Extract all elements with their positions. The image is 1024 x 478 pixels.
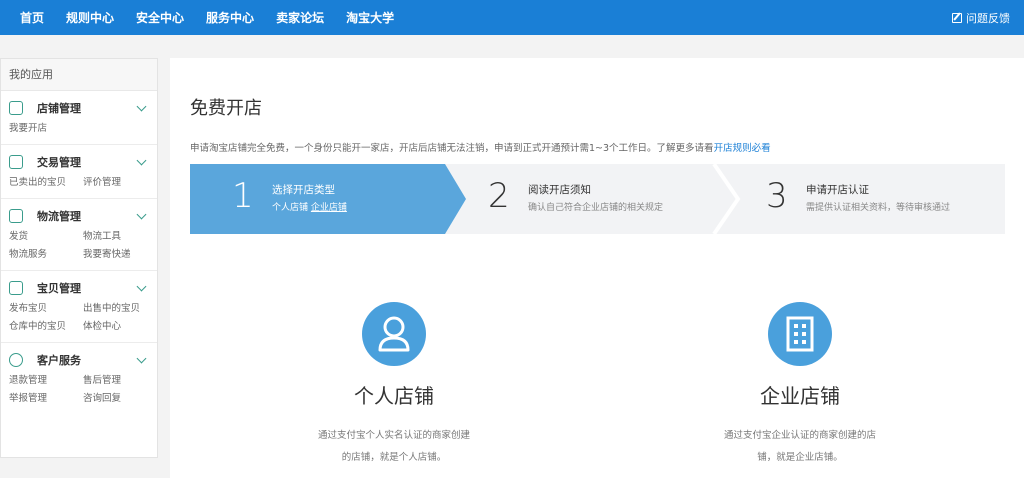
step-number: 2	[488, 176, 510, 216]
nav-security-center[interactable]: 安全中心	[136, 9, 184, 26]
sidebar-link-items-in-warehouse[interactable]: 仓库中的宝贝	[9, 318, 83, 332]
service-icon	[9, 353, 23, 367]
shop-type-desc: 通过支付宝企业认证的商家创建的店 铺，就是企业店铺。	[670, 425, 930, 469]
shop-type-name: 个人店铺	[354, 384, 434, 408]
step-number: 1	[232, 176, 254, 216]
sidebar-group-title: 店铺管理	[37, 102, 81, 115]
sidebar-link-items-on-sale[interactable]: 出售中的宝贝	[83, 300, 157, 314]
sidebar-links: 发布宝贝 出售中的宝贝 仓库中的宝贝 体检中心	[9, 300, 149, 332]
chevron-down-icon[interactable]	[136, 101, 147, 111]
nav-rules-center[interactable]: 规则中心	[66, 9, 114, 26]
feedback-label: 问题反馈	[966, 11, 1010, 25]
sidebar-links: 发货 物流工具 物流服务 我要寄快递	[9, 228, 149, 260]
sidebar-group-logistics: 物流管理 发货 物流工具 物流服务 我要寄快递	[1, 199, 157, 271]
sidebar-links: 退款管理 售后管理 举报管理 咨询回复	[9, 372, 149, 404]
nav-service-center[interactable]: 服务中心	[206, 9, 254, 26]
sidebar-group-title: 宝贝管理	[37, 282, 81, 295]
sidebar-links: 我要开店	[9, 120, 149, 134]
shop-desc-line: 的店铺，就是个人店铺。	[341, 452, 447, 463]
page-title: 免费开店	[190, 98, 262, 119]
sidebar-group-header[interactable]: 店铺管理	[9, 99, 149, 117]
top-nav: 首页 规则中心 安全中心 服务中心 卖家论坛 淘宝大学	[0, 0, 394, 35]
sidebar-link-send-express[interactable]: 我要寄快递	[83, 246, 157, 260]
sidebar-group-header[interactable]: 物流管理	[9, 207, 149, 225]
shop-type-name: 企业店铺	[760, 384, 840, 408]
step-desc: 需提供认证相关资料，等待审核通过	[806, 203, 951, 213]
sidebar: 我的应用 店铺管理 我要开店 交易管理 已卖出的宝贝 评价管理 物流管理 发货	[0, 58, 158, 458]
sidebar-link-reviews[interactable]: 评价管理	[83, 174, 157, 188]
sidebar-group-title: 客户服务	[37, 354, 81, 367]
sidebar-group-header[interactable]: 客户服务	[9, 351, 149, 369]
step-desc: 确认自己符合企业店铺的相关规定	[528, 203, 664, 213]
notice-body: 申请淘宝店铺完全免费，一个身份只能开一家店，开店后店铺无法注销，申请到正式开通预…	[190, 143, 714, 154]
shop-desc-line: 铺，就是企业店铺。	[757, 452, 843, 463]
sidebar-link-logistics-tools[interactable]: 物流工具	[83, 228, 157, 242]
nav-home[interactable]: 首页	[20, 9, 44, 26]
top-nav-bar: 首页 规则中心 安全中心 服务中心 卖家论坛 淘宝大学 问题反馈	[0, 0, 1024, 35]
edit-icon	[952, 12, 962, 23]
shop-desc-line: 通过支付宝企业认证的商家创建的店	[723, 430, 876, 441]
step-2: 2 阅读开店须知 确认自己符合企业店铺的相关规定	[488, 164, 733, 234]
chevron-down-icon[interactable]	[136, 209, 147, 219]
chevron-down-icon[interactable]	[136, 155, 147, 165]
chevron-down-icon[interactable]	[136, 281, 147, 291]
tshirt-icon	[9, 281, 23, 295]
step-desc: 个人店铺 企业店铺	[272, 200, 347, 213]
main-panel: 免费开店 申请淘宝店铺完全免费，一个身份只能开一家店，开店后店铺无法注销，申请到…	[170, 58, 1024, 478]
chevron-down-icon[interactable]	[136, 353, 147, 363]
truck-icon	[9, 209, 23, 223]
sidebar-link-publish-item[interactable]: 发布宝贝	[9, 300, 83, 314]
sidebar-group-shop: 店铺管理 我要开店	[1, 91, 157, 145]
step-title: 选择开店类型	[272, 184, 335, 196]
sidebar-link-reports[interactable]: 举报管理	[9, 390, 83, 404]
sidebar-group-items: 宝贝管理 发布宝贝 出售中的宝贝 仓库中的宝贝 体检中心	[1, 271, 157, 343]
person-icon	[362, 302, 426, 366]
sidebar-title: 我的应用	[1, 59, 157, 91]
sidebar-link-checkup-center[interactable]: 体检中心	[83, 318, 157, 332]
company-shop-option[interactable]: 企业店铺 通过支付宝企业认证的商家创建的店 铺，就是企业店铺。	[670, 302, 930, 469]
step-option-personal[interactable]: 个人店铺	[272, 203, 308, 213]
step-title: 申请开店认证	[806, 184, 869, 196]
nav-seller-forum[interactable]: 卖家论坛	[276, 9, 324, 26]
building-icon	[768, 302, 832, 366]
step-1-active: 1 选择开店类型 个人店铺 企业店铺	[190, 164, 466, 234]
step-option-company[interactable]: 企业店铺	[311, 203, 347, 213]
trade-icon	[9, 155, 23, 169]
feedback-link[interactable]: 问题反馈	[952, 0, 1010, 35]
sidebar-link-ship[interactable]: 发货	[9, 228, 83, 242]
shop-desc-line: 通过支付宝个人实名认证的商家创建	[317, 430, 470, 441]
steps-bar: 1 选择开店类型 个人店铺 企业店铺 2 阅读开店须知 确认自己符合企业店铺的相…	[190, 164, 1005, 234]
sidebar-group-title: 物流管理	[37, 210, 81, 223]
shop-type-desc: 通过支付宝个人实名认证的商家创建 的店铺，就是个人店铺。	[264, 425, 524, 469]
sidebar-link-refunds[interactable]: 退款管理	[9, 372, 83, 386]
sidebar-group-customer-service: 客户服务 退款管理 售后管理 举报管理 咨询回复	[1, 343, 157, 414]
sidebar-group-header[interactable]: 交易管理	[9, 153, 149, 171]
sidebar-group-title: 交易管理	[37, 156, 81, 169]
sidebar-link-inquiry-replies[interactable]: 咨询回复	[83, 390, 157, 404]
notice-text: 申请淘宝店铺完全免费，一个身份只能开一家店，开店后店铺无法注销，申请到正式开通预…	[190, 140, 771, 154]
sidebar-link-after-sales[interactable]: 售后管理	[83, 372, 157, 386]
personal-shop-option[interactable]: 个人店铺 通过支付宝个人实名认证的商家创建 的店铺，就是个人店铺。	[264, 302, 524, 469]
notice-rules-link[interactable]: 开店规则必看	[714, 143, 771, 154]
sidebar-link-sold-items[interactable]: 已卖出的宝贝	[9, 174, 83, 188]
shop-icon	[9, 101, 23, 115]
nav-taobao-university[interactable]: 淘宝大学	[346, 9, 394, 26]
sidebar-group-header[interactable]: 宝贝管理	[9, 279, 149, 297]
step-3: 3 申请开店认证 需提供认证相关资料，等待审核通过	[766, 164, 1006, 234]
step-title: 阅读开店须知	[528, 184, 591, 196]
sidebar-link-logistics-service[interactable]: 物流服务	[9, 246, 83, 260]
sidebar-links: 已卖出的宝贝 评价管理	[9, 174, 149, 188]
step-number: 3	[766, 176, 788, 216]
sidebar-link-open-shop[interactable]: 我要开店	[9, 120, 83, 134]
sidebar-group-trade: 交易管理 已卖出的宝贝 评价管理	[1, 145, 157, 199]
